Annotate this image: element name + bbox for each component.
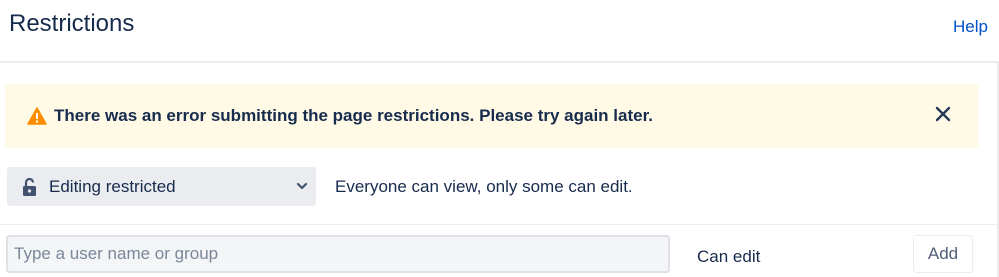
- error-banner: There was an error submitting the page r…: [5, 84, 978, 148]
- page-title: Restrictions: [9, 10, 135, 37]
- user-search-input[interactable]: [6, 235, 670, 273]
- help-link[interactable]: Help: [953, 17, 988, 37]
- warning-icon: [27, 107, 47, 125]
- error-message: There was an error submitting the page r…: [54, 106, 653, 125]
- dialog-header: Restrictions Help: [0, 0, 999, 63]
- close-icon[interactable]: [933, 104, 953, 124]
- restriction-description: Everyone can view, only some can edit.: [335, 177, 633, 196]
- add-button[interactable]: Add: [913, 235, 973, 273]
- permission-select[interactable]: Can edit: [697, 247, 760, 267]
- unlock-icon: [23, 177, 36, 196]
- chevron-down-icon: [296, 182, 308, 190]
- restriction-selected-value: Editing restricted: [49, 177, 176, 196]
- restriction-select[interactable]: Editing restricted: [7, 167, 316, 206]
